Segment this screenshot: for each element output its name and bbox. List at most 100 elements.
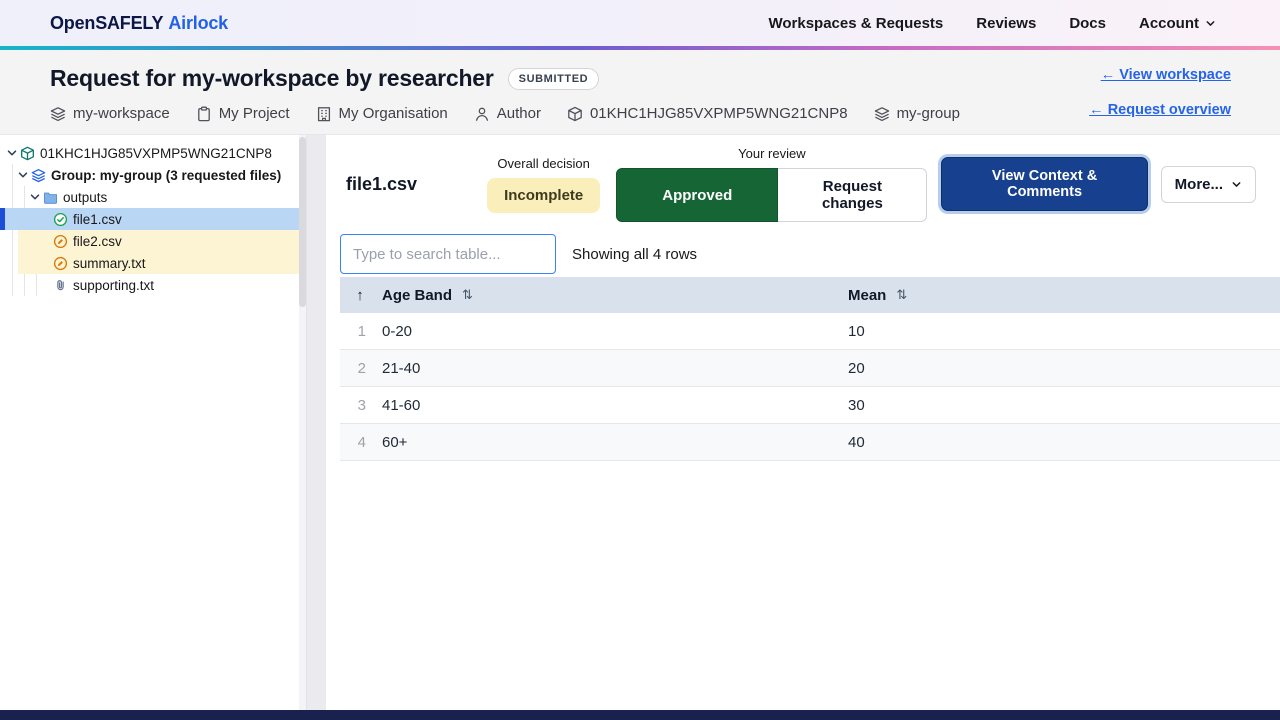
meta-project-label: My Project — [219, 105, 290, 122]
view-context-comments-button[interactable]: View Context & Comments — [941, 157, 1147, 211]
cell-age-band: 60+ — [380, 434, 840, 451]
logo-opensafely: OpenSAFELY — [50, 13, 163, 33]
table-search-input[interactable] — [340, 234, 556, 274]
meta-group-label: my-group — [897, 105, 960, 122]
table-row: 1 0-20 10 — [340, 313, 1280, 350]
meta-request-id-label: 01KHC1HJG85VXPMP5WNG21CNP8 — [590, 105, 848, 122]
row-number: 3 — [340, 397, 380, 414]
tree-item-supporting[interactable]: supporting.txt — [0, 274, 306, 296]
page-title: Request for my-workspace by researcher — [50, 65, 494, 92]
view-workspace-link[interactable]: ← View workspace — [1101, 67, 1231, 83]
pencil-circle-icon — [53, 256, 68, 271]
check-circle-icon — [53, 212, 68, 227]
request-changes-button[interactable]: Request changes — [778, 168, 927, 222]
pencil-circle-icon — [53, 234, 68, 249]
review-button-group: Approved Request changes — [616, 168, 927, 222]
row-number: 2 — [340, 360, 380, 377]
row-number: 1 — [340, 323, 380, 340]
tree-item-outputs-folder[interactable]: outputs — [0, 186, 306, 208]
meta-workspace: my-workspace — [50, 105, 170, 122]
table-header-row: ↑ Age Band ⇅ Mean ⇅ — [340, 277, 1280, 313]
tree-item-label: summary.txt — [73, 256, 146, 271]
data-table: ↑ Age Band ⇅ Mean ⇅ 1 0-20 10 2 21-40 20 — [340, 277, 1280, 461]
meta-group: my-group — [874, 105, 960, 122]
cube-icon — [20, 146, 35, 161]
row-number: 4 — [340, 434, 380, 451]
file-tree: 01KHC1HJG85VXPMP5WNG21CNP8 Group: my-gro… — [0, 135, 306, 296]
nav-docs[interactable]: Docs — [1069, 15, 1106, 32]
overall-decision-label: Overall decision — [497, 156, 590, 171]
nav-reviews[interactable]: Reviews — [976, 15, 1036, 32]
tree-item-label: Group: my-group (3 requested files) — [51, 168, 281, 183]
row-index-sort-header[interactable]: ↑ — [340, 287, 380, 304]
meta-project: My Project — [196, 105, 290, 122]
clipboard-icon — [196, 106, 212, 122]
nav-workspaces-requests[interactable]: Workspaces & Requests — [768, 15, 943, 32]
chevron-down-icon — [1231, 179, 1242, 190]
table-row: 4 60+ 40 — [340, 424, 1280, 461]
your-review-label: Your review — [738, 146, 805, 161]
cell-mean: 20 — [840, 360, 1280, 377]
cube-icon — [567, 106, 583, 122]
app-logo[interactable]: OpenSAFELYAirlock — [50, 13, 228, 34]
overall-decision-group: Overall decision Incomplete — [487, 156, 600, 213]
tree-item-file2[interactable]: file2.csv — [0, 230, 306, 252]
cell-age-band: 0-20 — [380, 323, 840, 340]
approved-button[interactable]: Approved — [616, 168, 778, 222]
cell-mean: 40 — [840, 434, 1280, 451]
meta-organisation: My Organisation — [316, 105, 448, 122]
nav-account[interactable]: Account — [1139, 15, 1216, 32]
tree-item-label: 01KHC1HJG85VXPMP5WNG21CNP8 — [40, 146, 272, 161]
rows-summary: Showing all 4 rows — [572, 246, 697, 263]
tree-item-label: outputs — [63, 190, 107, 205]
chevron-down-icon[interactable] — [17, 169, 29, 181]
meta-organisation-label: My Organisation — [339, 105, 448, 122]
sidebar-scrollbar-thumb[interactable] — [299, 137, 306, 307]
chevron-down-icon[interactable] — [29, 191, 41, 203]
nav-account-label: Account — [1139, 15, 1199, 32]
folder-icon — [43, 190, 58, 205]
request-overview-link[interactable]: ← Request overview — [1089, 102, 1231, 118]
meta-author: Author — [474, 105, 541, 122]
table-row: 3 41-60 30 — [340, 387, 1280, 424]
cell-age-band: 41-60 — [380, 397, 840, 414]
tree-item-label: file1.csv — [73, 212, 122, 227]
column-header-mean[interactable]: Mean ⇅ — [840, 287, 1280, 304]
sidebar-scrollbar-track — [299, 135, 306, 710]
tree-item-group[interactable]: Group: my-group (3 requested files) — [0, 164, 306, 186]
chevron-down-icon — [1205, 18, 1216, 29]
your-review-group: Your review Approved Request changes — [616, 146, 927, 222]
table-row: 2 21-40 20 — [340, 350, 1280, 387]
sort-icon: ⇅ — [462, 287, 473, 303]
tree-item-summary[interactable]: summary.txt — [0, 252, 306, 274]
app-body: 01KHC1HJG85VXPMP5WNG21CNP8 Group: my-gro… — [0, 135, 1280, 710]
request-header: Request for my-workspace by researcher S… — [0, 50, 1280, 135]
nav-links: Workspaces & Requests Reviews Docs Accou… — [768, 15, 1216, 32]
tree-item-file1[interactable]: file1.csv — [0, 208, 306, 230]
column-header-age-band[interactable]: Age Band ⇅ — [380, 287, 840, 304]
sidebar-gutter[interactable] — [307, 135, 326, 710]
cell-age-band: 21-40 — [380, 360, 840, 377]
layers-icon — [874, 106, 890, 122]
building-icon — [316, 106, 332, 122]
layers-icon — [31, 168, 46, 183]
cell-mean: 30 — [840, 397, 1280, 414]
file-review-header: file1.csv Overall decision Incomplete Yo… — [326, 135, 1280, 233]
overall-decision-badge: Incomplete — [487, 178, 600, 213]
status-badge: SUBMITTED — [508, 68, 600, 90]
file-review-panel: file1.csv Overall decision Incomplete Yo… — [326, 135, 1280, 710]
more-button[interactable]: More... — [1161, 166, 1256, 203]
paperclip-icon — [53, 278, 68, 293]
tree-item-request-root[interactable]: 01KHC1HJG85VXPMP5WNG21CNP8 — [0, 142, 306, 164]
user-icon — [474, 106, 490, 122]
tree-item-label: supporting.txt — [73, 278, 154, 293]
file-tree-sidebar: 01KHC1HJG85VXPMP5WNG21CNP8 Group: my-gro… — [0, 135, 307, 710]
more-button-label: More... — [1175, 176, 1223, 193]
sort-icon: ⇅ — [896, 287, 907, 303]
meta-workspace-label: my-workspace — [73, 105, 170, 122]
file-title: file1.csv — [346, 174, 417, 195]
table-toolbar: Showing all 4 rows — [326, 233, 1280, 275]
top-navbar: OpenSAFELYAirlock Workspaces & Requests … — [0, 0, 1280, 46]
layers-icon — [50, 106, 66, 122]
chevron-down-icon[interactable] — [6, 147, 18, 159]
